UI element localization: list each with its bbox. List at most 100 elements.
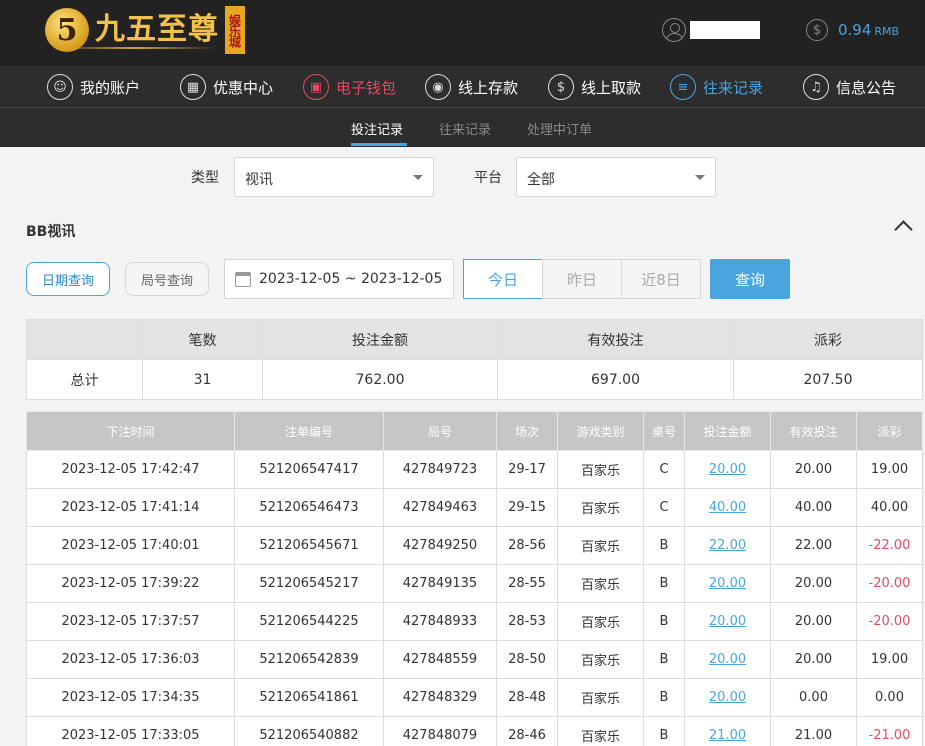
bet-id-cell: 521206544225 — [234, 602, 384, 641]
round-id-cell: 427849723 — [383, 450, 497, 489]
column-header: 下注时间 — [26, 411, 235, 451]
bet-amount-link[interactable]: 20.00 — [709, 614, 746, 629]
bet-amount-cell: 20.00 — [684, 640, 771, 679]
payout-cell: -20.00 — [856, 602, 923, 641]
bet-amount-cell: 20.00 — [684, 564, 771, 603]
logo-emblem: 5 — [45, 8, 89, 52]
game-type-cell: 百家乐 — [557, 640, 644, 679]
bet-records-table: 下注时间 注单编号 局号 场次 游戏类别 桌号 投注金额 有效投注 派彩 202… — [26, 411, 923, 746]
query-button[interactable]: 查询 — [710, 259, 790, 299]
date-range-value: 2023-12-05 ~ 2023-12-05 — [259, 271, 443, 287]
nav-announcements[interactable]: ♫ 信息公告 — [803, 72, 896, 102]
summary-cell: 762.00 — [262, 359, 498, 400]
summary-cell: 697.00 — [497, 359, 734, 400]
user-icon: ☺ — [47, 74, 73, 100]
bet-amount-link[interactable]: 22.00 — [709, 538, 746, 553]
game-type-cell: 百家乐 — [557, 716, 644, 746]
today-button[interactable]: 今日 — [463, 259, 543, 299]
username-redacted — [690, 21, 760, 39]
type-select[interactable]: 视讯 — [234, 157, 434, 197]
bet-time-cell: 2023-12-05 17:34:35 — [26, 678, 235, 717]
platform-label: 平台 — [474, 170, 502, 186]
nav-withdraw[interactable]: $ 线上取款 — [548, 72, 641, 102]
bet-id-cell: 521206545217 — [234, 564, 384, 603]
valid-bet-cell: 20.00 — [770, 602, 857, 641]
main-nav: ☺ 我的账户 ▦ 优惠中心 ▣ 电子钱包 ◉ 线上存款 $ 线上取款 ≡ 往来记录 ♫ 信息公… — [0, 66, 925, 108]
summary-table: 笔数 投注金额 有效投注 派彩 总计 31 762.00 697.00 207.… — [26, 319, 923, 400]
nav-deposit[interactable]: ◉ 线上存款 — [425, 72, 518, 102]
platform-value: 全部 — [527, 172, 555, 188]
valid-bet-cell: 20.00 — [770, 450, 857, 489]
chevron-up-icon[interactable] — [894, 220, 913, 239]
game-type-cell: 百家乐 — [557, 564, 644, 603]
bet-id-cell: 521206541861 — [234, 678, 384, 717]
round-query-button[interactable]: 局号查询 — [125, 262, 209, 296]
records-body: 2023-12-05 17:42:47 521206547417 427849723… — [26, 450, 923, 746]
table-row: 2023-12-05 17:41:14 521206546473 427849463… — [26, 488, 923, 527]
bet-id-cell: 521206540882 — [234, 716, 384, 746]
user-area[interactable] — [662, 18, 760, 42]
yesterday-button[interactable]: 昨日 — [542, 259, 622, 299]
logo-text: 九五至尊 — [95, 12, 219, 47]
table-no-cell: C — [643, 488, 685, 527]
nav-promotions[interactable]: ▦ 优惠中心 — [180, 72, 273, 102]
game-type-cell: 百家乐 — [557, 488, 644, 527]
nav-label: 我的账户 — [80, 78, 141, 97]
bet-id-cell: 521206547417 — [234, 450, 384, 489]
table-row: 2023-12-05 17:40:01 521206545671 427849250… — [26, 526, 923, 565]
nav-records[interactable]: ≡ 往来记录 — [670, 72, 763, 102]
valid-bet-cell: 40.00 — [770, 488, 857, 527]
bet-amount-link[interactable]: 21.00 — [709, 728, 746, 743]
tab-bet-records[interactable]: 投注记录 — [351, 119, 403, 138]
date-range-input[interactable]: 2023-12-05 ~ 2023-12-05 — [224, 259, 454, 299]
bet-amount-link[interactable]: 20.00 — [709, 690, 746, 705]
bet-id-cell: 521206545671 — [234, 526, 384, 565]
date-query-button[interactable]: 日期查询 — [26, 262, 110, 296]
nav-label: 线上存款 — [458, 78, 519, 97]
summary-row: 总计 31 762.00 697.00 207.50 — [26, 359, 923, 400]
nav-label: 往来记录 — [703, 78, 764, 97]
payout-cell: 19.00 — [856, 450, 923, 489]
bet-time-cell: 2023-12-05 17:40:01 — [26, 526, 235, 565]
column-header: 桌号 — [643, 411, 685, 451]
bet-time-cell: 2023-12-05 17:33:05 — [26, 716, 235, 746]
game-session-cell: 28-50 — [496, 640, 558, 679]
bet-amount-cell: 20.00 — [684, 602, 771, 641]
bet-amount-cell: 20.00 — [684, 450, 771, 489]
bet-id-cell: 521206542839 — [234, 640, 384, 679]
valid-bet-cell: 20.00 — [770, 640, 857, 679]
calendar-icon — [235, 271, 251, 287]
platform-select[interactable]: 全部 — [516, 157, 716, 197]
bet-amount-link[interactable]: 20.00 — [709, 576, 746, 591]
payout-cell: 19.00 — [856, 640, 923, 679]
balance: 0.94 RMB — [838, 21, 899, 39]
bet-amount-link[interactable]: 20.00 — [709, 462, 746, 477]
summary-cell: 207.50 — [733, 359, 923, 400]
bet-amount-link[interactable]: 40.00 — [709, 500, 746, 515]
game-session-cell: 28-48 — [496, 678, 558, 717]
wallet-icon: ▣ — [303, 74, 329, 100]
bet-amount-cell: 21.00 — [684, 716, 771, 746]
game-session-cell: 28-56 — [496, 526, 558, 565]
bet-time-cell: 2023-12-05 17:41:14 — [26, 488, 235, 527]
gift-icon: ▦ — [180, 74, 206, 100]
game-type-cell: 百家乐 — [557, 450, 644, 489]
nav-e-wallet[interactable]: ▣ 电子钱包 — [303, 72, 396, 102]
type-label: 类型 — [191, 170, 219, 186]
bell-icon: ♫ — [803, 74, 829, 100]
payout-cell: 40.00 — [856, 488, 923, 527]
tab-pending-orders[interactable]: 处理中订单 — [527, 119, 592, 138]
table-row: 2023-12-05 17:42:47 521206547417 427849723… — [26, 450, 923, 489]
game-type-cell: 百家乐 — [557, 678, 644, 717]
valid-bet-cell: 20.00 — [770, 564, 857, 603]
valid-bet-cell: 22.00 — [770, 526, 857, 565]
game-session-cell: 29-17 — [496, 450, 558, 489]
bet-time-cell: 2023-12-05 17:37:57 — [26, 602, 235, 641]
bet-amount-link[interactable]: 20.00 — [709, 652, 746, 667]
last-8-days-button[interactable]: 近8日 — [621, 259, 701, 299]
top-bar: 5 九五至尊 娱乐城 $ 0.94 RMB — [0, 0, 925, 66]
tab-transactions[interactable]: 往来记录 — [439, 119, 491, 138]
nav-label: 优惠中心 — [213, 78, 274, 97]
table-row: 2023-12-05 17:39:22 521206545217 427849135… — [26, 564, 923, 603]
nav-my-account[interactable]: ☺ 我的账户 — [47, 72, 140, 102]
